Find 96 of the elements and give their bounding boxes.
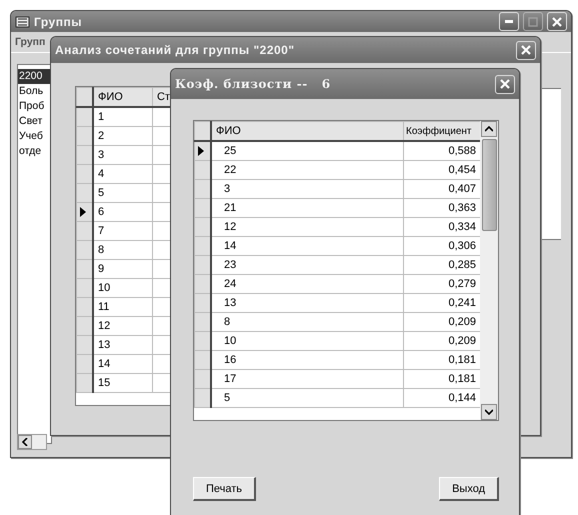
- window-title: Коэф. близости -- 6: [175, 77, 332, 91]
- row-indicator[interactable]: [76, 354, 93, 374]
- close-button[interactable]: [495, 74, 515, 94]
- row-indicator[interactable]: [194, 294, 211, 312]
- close-icon: [520, 44, 532, 56]
- window-title: Анализ сочетаний для группы "2200": [55, 43, 296, 57]
- table-cell: 12: [211, 218, 404, 236]
- row-indicator[interactable]: [194, 160, 211, 180]
- table-cell: 15: [93, 374, 152, 392]
- list-item[interactable]: Проб: [18, 99, 51, 114]
- table-cell: 8: [93, 240, 152, 260]
- row-indicator[interactable]: [194, 312, 211, 332]
- list-item[interactable]: Боль: [18, 84, 51, 99]
- maximize-icon: [528, 16, 538, 26]
- scroll-down-button[interactable]: [481, 404, 497, 420]
- row-indicator[interactable]: [76, 126, 93, 146]
- row-indicator[interactable]: [194, 370, 211, 388]
- table-cell: 7: [93, 222, 152, 240]
- menu-item[interactable]: Групп: [15, 36, 46, 48]
- table-cell: 6: [93, 202, 152, 222]
- table-cell: 16: [211, 350, 404, 370]
- table-cell: 3: [93, 146, 152, 164]
- row-indicator[interactable]: [76, 260, 93, 278]
- close-button[interactable]: [547, 12, 567, 31]
- row-indicator[interactable]: [194, 180, 211, 198]
- row-pointer-icon: [80, 207, 86, 217]
- table-cell: 12: [93, 316, 152, 336]
- row-indicator[interactable]: [76, 146, 93, 164]
- row-indicator[interactable]: [76, 240, 93, 260]
- column-header[interactable]: Коэффициент: [404, 122, 480, 141]
- horizontal-scrollbar[interactable]: [17, 434, 47, 450]
- row-indicator[interactable]: [76, 316, 93, 336]
- minimize-icon: [505, 20, 513, 23]
- scroll-thumb[interactable]: [482, 139, 496, 231]
- table-cell: 3: [211, 180, 404, 198]
- row-indicator[interactable]: [76, 374, 93, 392]
- table-cell: 9: [93, 260, 152, 278]
- table-cell: 5: [211, 388, 404, 408]
- row-indicator[interactable]: [194, 141, 211, 160]
- row-indicator[interactable]: [194, 198, 211, 218]
- table-cell: 11: [93, 298, 152, 316]
- table-cell: 2: [93, 126, 152, 146]
- list-item[interactable]: Учеб: [18, 129, 51, 144]
- window-title: Группы: [34, 14, 83, 28]
- scroll-left-button[interactable]: [18, 435, 32, 449]
- row-indicator[interactable]: [194, 218, 211, 236]
- table-cell: 1: [93, 107, 152, 126]
- close-button[interactable]: [516, 40, 536, 60]
- row-indicator[interactable]: [76, 107, 93, 126]
- row-indicator[interactable]: [76, 184, 93, 202]
- app-icon: [15, 14, 30, 28]
- row-indicator[interactable]: [194, 274, 211, 294]
- table-cell: 14: [211, 236, 404, 256]
- table-cell: 10: [93, 278, 152, 298]
- table-cell: 8: [211, 312, 404, 332]
- table-cell: 25: [211, 141, 404, 160]
- table-cell: 13: [211, 294, 404, 312]
- column-header[interactable]: ФИО: [211, 122, 404, 141]
- table-cell: 22: [211, 160, 404, 180]
- row-indicator[interactable]: [76, 336, 93, 354]
- table-cell: 17: [211, 370, 404, 388]
- row-indicator[interactable]: [76, 298, 93, 316]
- minimize-button[interactable]: [499, 12, 519, 31]
- table-cell: 24: [211, 274, 404, 294]
- column-header[interactable]: ФИО: [93, 88, 152, 107]
- table-cell: 10: [211, 332, 404, 350]
- table-cell: 14: [93, 354, 152, 374]
- scroll-up-button[interactable]: [481, 121, 497, 137]
- dialog-button[interactable]: Печать: [193, 477, 256, 501]
- list-item[interactable]: отде: [18, 144, 51, 159]
- close-icon: [499, 78, 511, 90]
- table-cell: 4: [93, 164, 152, 184]
- table-cell: 21: [211, 198, 404, 218]
- vertical-scrollbar[interactable]: [480, 121, 498, 420]
- row-indicator[interactable]: [194, 236, 211, 256]
- row-indicator[interactable]: [194, 388, 211, 408]
- list-item[interactable]: Свет: [18, 114, 51, 129]
- grid-corner: [76, 88, 93, 107]
- row-pointer-icon: [198, 146, 204, 156]
- row-indicator[interactable]: [76, 222, 93, 240]
- close-icon: [551, 16, 563, 28]
- row-indicator[interactable]: [76, 164, 93, 184]
- table-cell: 5: [93, 184, 152, 202]
- maximize-button[interactable]: [523, 12, 543, 31]
- row-indicator[interactable]: [194, 350, 211, 370]
- list-item[interactable]: 2200: [18, 69, 51, 84]
- caret-up-icon: [485, 126, 493, 132]
- row-indicator[interactable]: [76, 278, 93, 298]
- table-cell: 13: [93, 336, 152, 354]
- grid-corner: [194, 122, 211, 141]
- row-indicator[interactable]: [194, 332, 211, 350]
- caret-down-icon: [485, 409, 493, 415]
- row-indicator[interactable]: [76, 202, 93, 222]
- dialog-button[interactable]: Выход: [439, 477, 499, 501]
- row-indicator[interactable]: [194, 256, 211, 274]
- table-cell: 23: [211, 256, 404, 274]
